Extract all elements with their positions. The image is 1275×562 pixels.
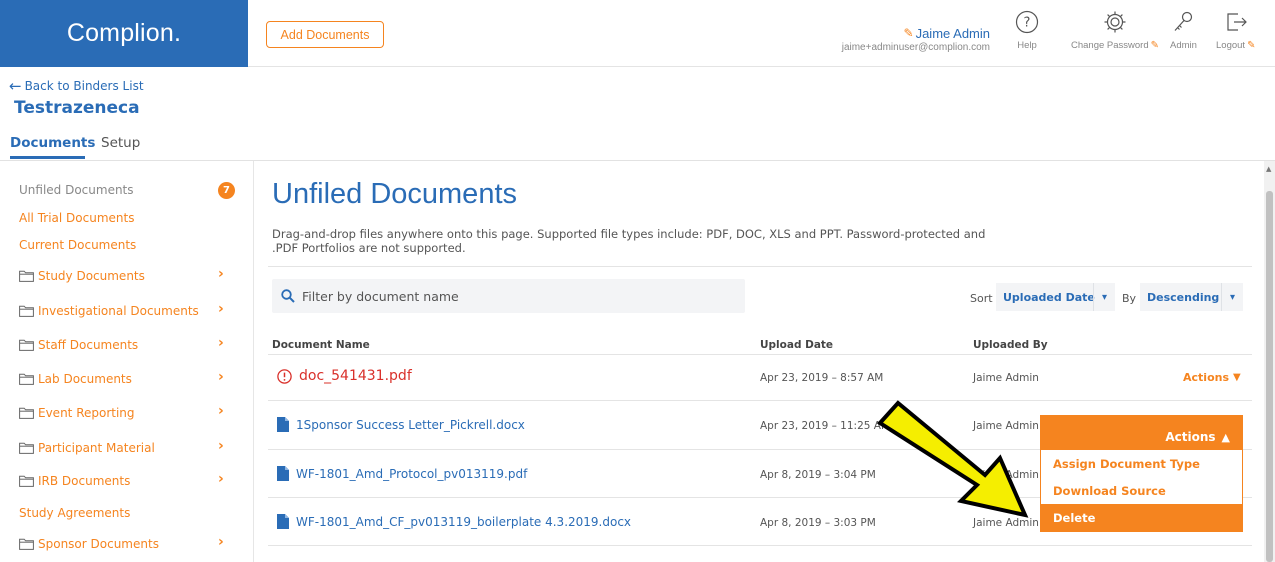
document-icon [277,466,289,481]
user-info: ✎ Jaime Admin jaime+adminuser@complion.co… [820,22,990,54]
filter-field[interactable] [272,279,745,313]
document-icon [277,514,289,529]
chevron-right-icon[interactable]: › [218,471,224,487]
table-header-divider [268,354,1252,355]
arrow-left-icon: ← [9,77,22,95]
sidebar-item-study-agreements[interactable]: Study Agreements [19,506,130,520]
user-email: jaime+adminuser@complion.com [841,42,990,53]
chevron-down-icon: ▼ [1233,372,1241,383]
sidebar-item-event-reporting[interactable]: Event Reporting [19,406,135,420]
gear-icon [1104,11,1126,33]
chevron-right-icon[interactable]: › [218,335,224,351]
sort-order-select[interactable]: Descending ▾ [1140,283,1243,311]
logout-icon [1227,13,1247,31]
menu-item-delete[interactable]: Delete [1041,504,1242,531]
chevron-up-icon: ▲ [1221,431,1230,444]
table-row-document-link[interactable]: doc_541431.pdf [277,368,412,384]
admin-button[interactable]: Admin [1170,10,1197,51]
sidebar-item-sponsor-documents[interactable]: Sponsor Documents [19,537,159,551]
row-actions-button[interactable]: Actions ▼ [1183,371,1241,384]
error-icon [277,368,292,384]
folder-icon [19,373,34,385]
page-title: Unfiled Documents [272,178,517,210]
folder-icon [19,538,34,550]
scroll-up-icon[interactable]: ▲ [1266,165,1271,173]
table-cell-uploaded-by: Jaime Admin [973,372,1039,384]
chevron-right-icon[interactable]: › [218,266,224,282]
add-documents-button[interactable]: Add Documents [266,21,384,48]
folder-icon [19,407,34,419]
search-icon [281,289,295,303]
sidebar-item-irb-documents[interactable]: IRB Documents [19,474,130,488]
table-cell-upload-date: Apr 23, 2019 – 8:57 AM [760,372,884,384]
edit-indicator-icon: ✎ [1150,40,1160,51]
pencil-check-icon: ✎ [903,26,914,40]
scrollbar-thumb[interactable] [1266,191,1273,562]
header-divider [248,66,1275,67]
sidebar-item-study-documents[interactable]: Study Documents [19,269,145,283]
folder-icon [19,305,34,317]
binder-title: Testrazeneca [14,98,140,118]
chevron-down-icon: ▾ [1221,283,1243,311]
menu-item-download-source[interactable]: Download Source [1041,477,1242,504]
table-row-document-link[interactable]: 1Sponsor Success Letter_Pickrell.docx [277,417,525,432]
document-icon [277,417,289,432]
filter-input[interactable] [302,288,702,304]
folder-icon [19,475,34,487]
complion-logo[interactable]: Complion. [0,0,248,67]
section-divider [268,266,1252,267]
chevron-right-icon[interactable]: › [218,534,224,550]
sidebar-item-staff-documents[interactable]: Staff Documents [19,338,138,352]
sort-field-select[interactable]: Uploaded Date ▾ [996,283,1115,311]
folder-icon [19,270,34,282]
chevron-right-icon[interactable]: › [218,369,224,385]
logout-button[interactable]: Logout ✎ [1216,10,1255,51]
actions-dropdown-toggle[interactable]: Actions ▲ [1040,415,1243,450]
binder-page: Complion. Add Documents ✎ Jaime Admin jai… [0,0,1275,562]
active-tab-indicator [10,156,85,159]
column-header-document-name[interactable]: Document Name [272,339,370,351]
menu-item-assign-document-type[interactable]: Assign Document Type [1041,450,1242,477]
unfiled-count-badge: 7 [218,182,235,199]
chevron-down-icon: ▾ [1093,283,1115,311]
sidebar-item-all-trial-documents[interactable]: All Trial Documents [19,211,134,225]
folder-icon [19,339,34,351]
chevron-right-icon[interactable]: › [218,438,224,454]
sidebar-item-lab-documents[interactable]: Lab Documents [19,372,132,386]
help-icon: ? [1015,10,1039,34]
chevron-right-icon[interactable]: › [218,301,224,317]
chevron-right-icon[interactable]: › [218,403,224,419]
table-row-document-link[interactable]: WF-1801_Amd_Protocol_pv013119.pdf [277,466,527,481]
edit-indicator-icon: ✎ [1247,40,1256,51]
user-name: Jaime Admin [915,25,990,41]
by-label: By [1122,292,1137,305]
row-divider [268,400,1252,401]
change-password-button[interactable]: Change Password ✎ [1071,10,1159,51]
actions-dropdown: Actions ▲ Assign Document Type Download S… [1040,415,1243,532]
sidebar-divider [253,161,254,562]
help-button[interactable]: ? Help [1015,10,1039,51]
back-to-binders-link[interactable]: ← Back to Binders List [9,77,144,95]
upload-instructions: Drag-and-drop files anywhere onto this p… [272,227,986,255]
folder-icon [19,442,34,454]
sidebar-item-participant-material[interactable]: Participant Material [19,441,155,455]
column-header-uploaded-by[interactable]: Uploaded By [973,339,1048,351]
column-header-upload-date[interactable]: Upload Date [760,339,833,351]
sort-label: Sort [970,292,993,305]
svg-text:?: ? [1024,16,1031,31]
row-divider [268,545,1252,546]
tab-setup[interactable]: Setup [101,135,140,151]
sidebar-item-unfiled-documents[interactable]: Unfiled Documents [19,183,134,197]
sidebar-item-investigational-documents[interactable]: Investigational Documents [19,304,199,318]
tab-documents[interactable]: Documents [10,135,95,151]
annotation-arrow-icon [876,400,1029,518]
table-row-document-link[interactable]: WF-1801_Amd_CF_pv013119_boilerplate 4.3.… [277,514,631,529]
key-icon [1175,11,1193,31]
sidebar-item-current-documents[interactable]: Current Documents [19,238,136,252]
